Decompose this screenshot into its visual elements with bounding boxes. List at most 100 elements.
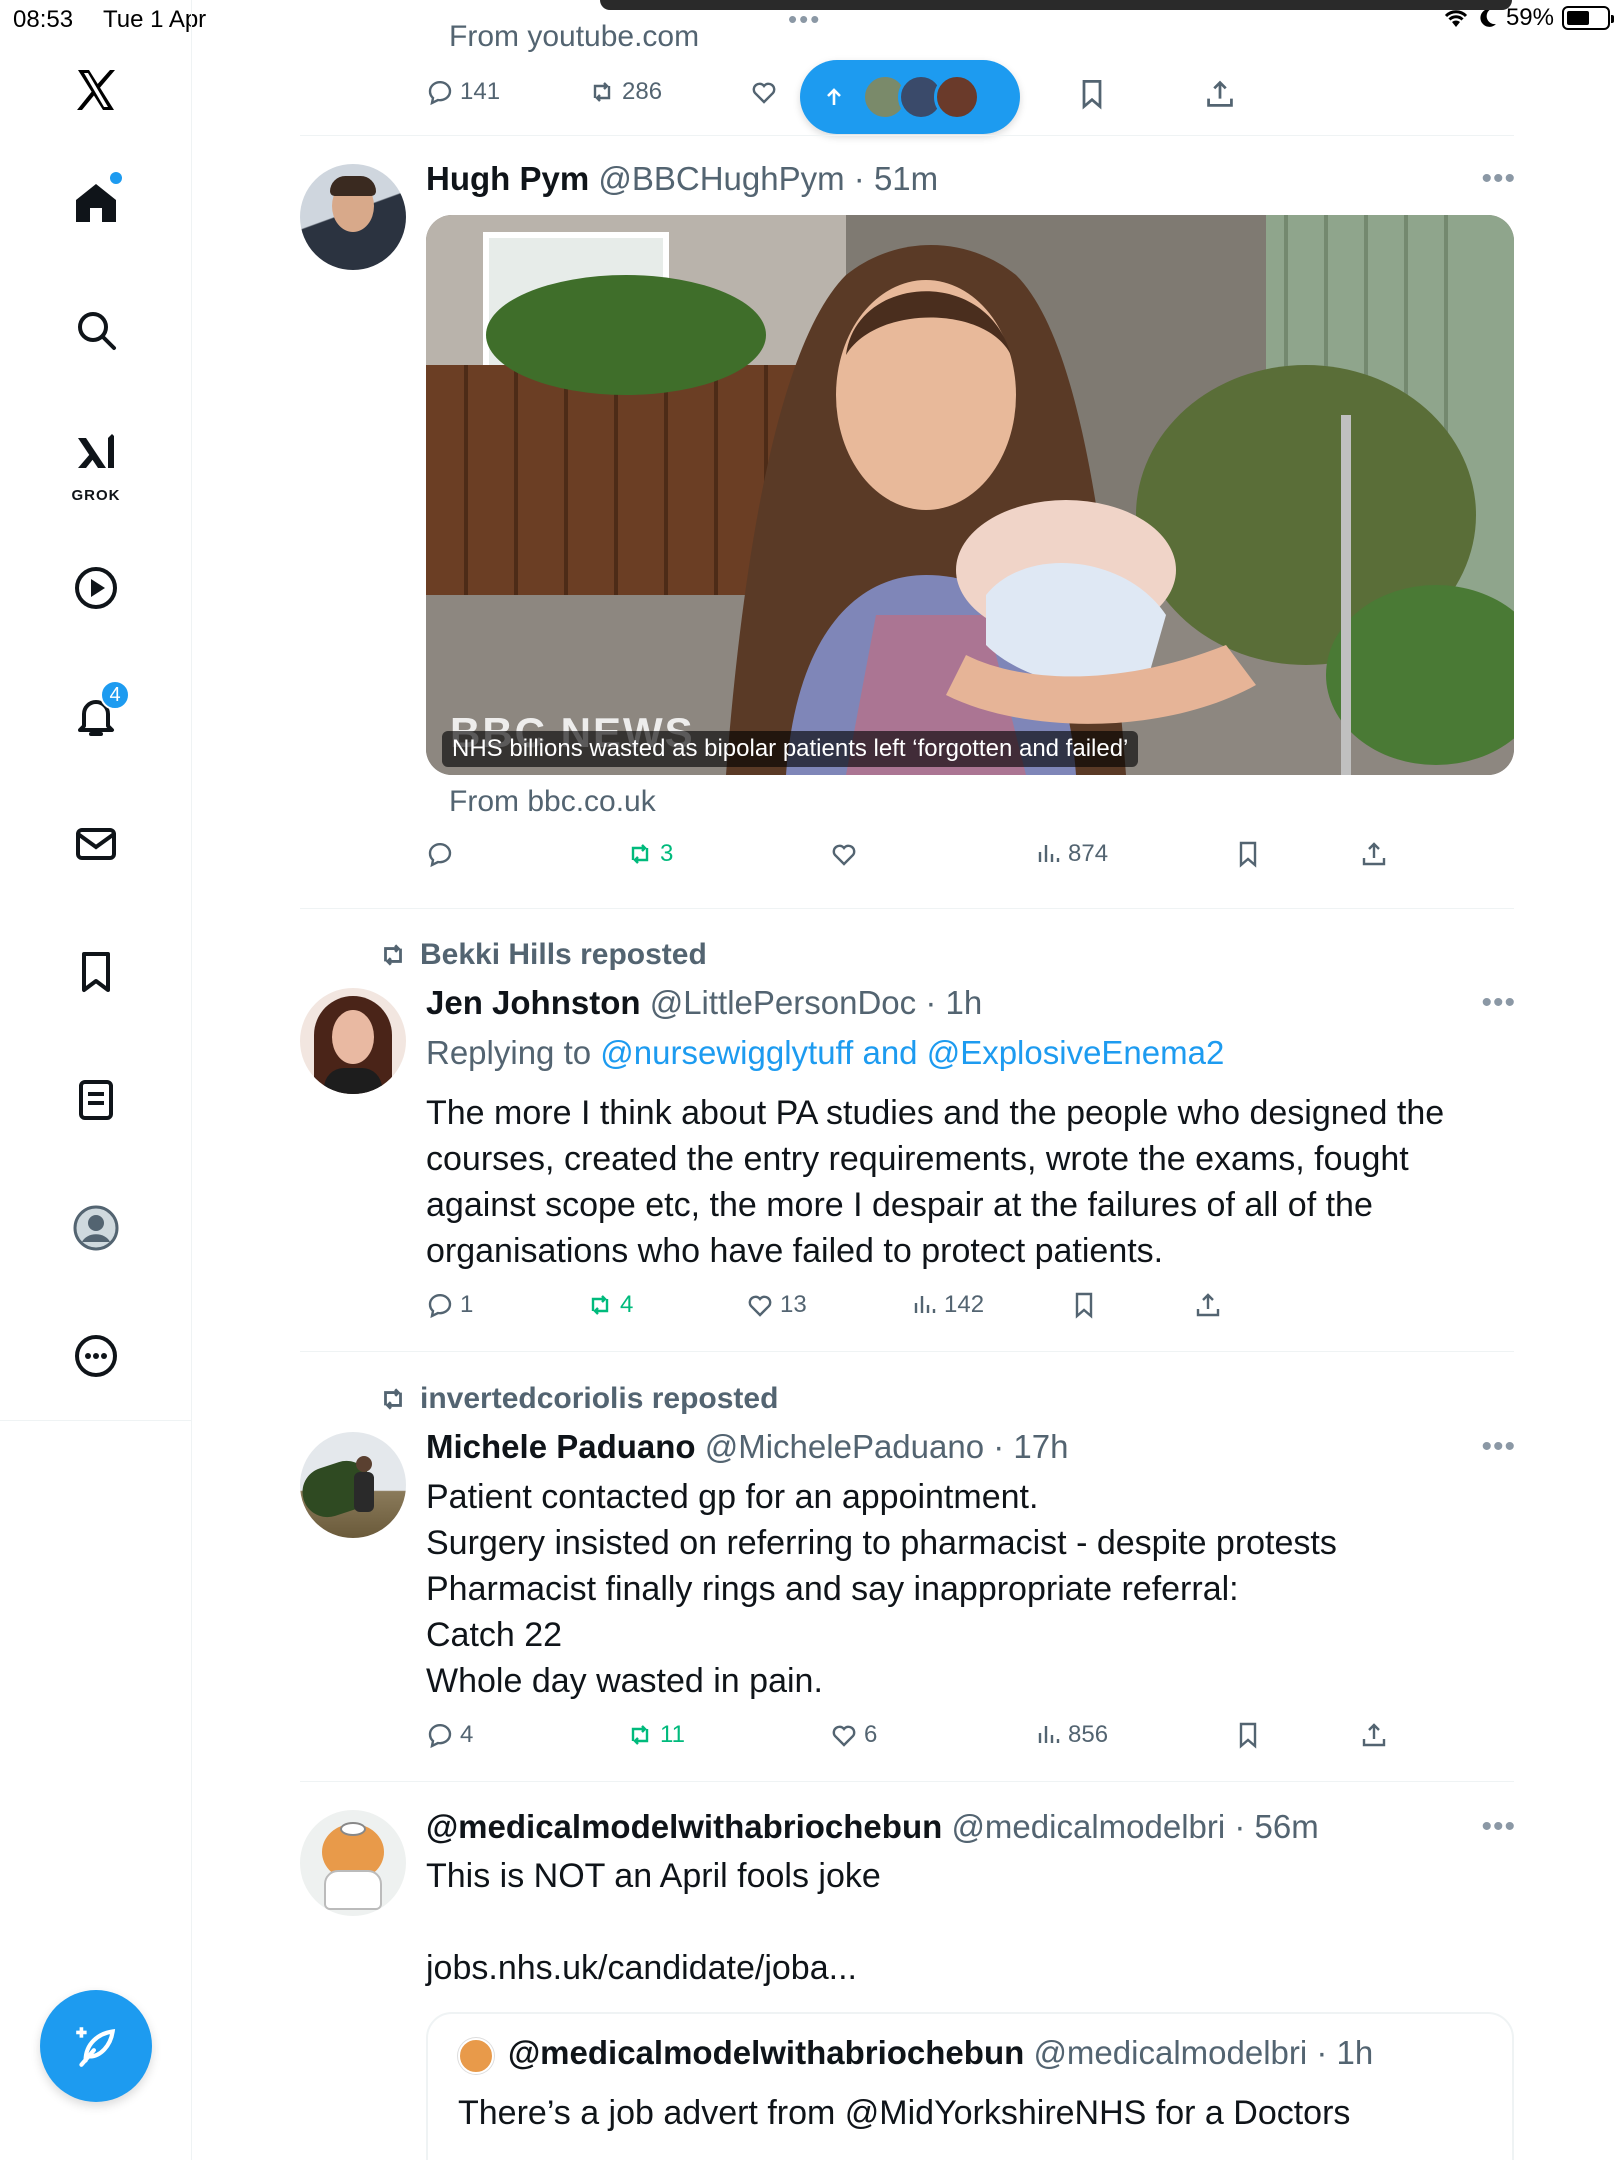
nav-messages[interactable] <box>56 804 136 884</box>
more-options-icon[interactable]: ••• <box>1481 986 1516 1020</box>
reposted-by[interactable]: invertedcoriolis reposted <box>420 1382 778 1416</box>
repost-indicator: invertedcoriolis reposted <box>378 1382 778 1416</box>
view-count: 142 <box>944 1291 985 1318</box>
more-options-icon[interactable]: ••• <box>1481 162 1516 196</box>
author-name[interactable]: Jen Johnston <box>426 984 641 1021</box>
quote-time[interactable]: 1h <box>1337 2034 1374 2071</box>
quote-text: There’s a job advert from @MidYorkshireN… <box>458 2094 1351 2132</box>
more-options-icon[interactable]: ••• <box>1481 1810 1516 1844</box>
share-button[interactable] <box>1194 1291 1222 1319</box>
author-handle[interactable]: @LittlePersonDoc <box>650 984 916 1021</box>
link-source[interactable]: From bbc.co.uk <box>449 785 656 819</box>
like-button[interactable]: 6 <box>830 1721 877 1749</box>
share-icon <box>1362 842 1386 866</box>
tweet-text: This is NOT an April fools joke <box>426 1857 881 1895</box>
play-icon <box>75 567 117 609</box>
author-name[interactable]: @medicalmodelwithabriochebun <box>426 1808 942 1845</box>
quote-author-name[interactable]: @medicalmodelwithabriochebun <box>508 2034 1024 2071</box>
share-button[interactable] <box>1360 1721 1388 1749</box>
reposted-by[interactable]: Bekki Hills reposted <box>420 938 707 972</box>
nav-profile[interactable] <box>56 1188 136 1268</box>
repost-button[interactable]: 11 <box>626 1721 685 1749</box>
profile-icon <box>73 1205 119 1251</box>
tweet-time[interactable]: 1h <box>945 984 982 1021</box>
avatar[interactable] <box>300 1810 406 1916</box>
new-posts-pill[interactable] <box>800 60 1020 134</box>
x-logo[interactable] <box>56 50 136 130</box>
media-headline: NHS billions wasted as bipolar patients … <box>442 731 1139 767</box>
nav-grok[interactable]: GROK <box>56 416 136 506</box>
tweet-time[interactable]: 17h <box>1013 1428 1068 1465</box>
repost-icon <box>631 844 649 864</box>
share-icon <box>1207 80 1233 107</box>
avatar[interactable] <box>300 1432 406 1538</box>
avatar[interactable] <box>300 164 406 270</box>
author-handle[interactable]: @medicalmodelbri <box>951 1808 1225 1845</box>
like-count: 6 <box>864 1721 878 1748</box>
reply-button[interactable]: 141 <box>426 78 500 106</box>
repost-icon <box>593 82 611 102</box>
repost-button[interactable]: 4 <box>586 1291 633 1319</box>
bookmark-button[interactable] <box>1234 1721 1262 1749</box>
reply-button[interactable]: 1 <box>426 1291 473 1319</box>
sidebar-divider <box>0 1420 192 1421</box>
wifi-icon <box>1444 10 1468 27</box>
repost-button[interactable]: 286 <box>588 78 662 106</box>
repost-icon <box>591 1295 609 1315</box>
moon-icon <box>1480 8 1496 27</box>
repost-icon <box>384 1388 402 1410</box>
tweet-divider <box>300 1351 1514 1352</box>
views-button[interactable]: 856 <box>1034 1721 1108 1749</box>
nav-more[interactable] <box>56 1316 136 1396</box>
like-button[interactable] <box>830 840 864 868</box>
bookmark-button[interactable] <box>1076 78 1108 110</box>
share-button[interactable] <box>1204 78 1236 110</box>
tweet-time[interactable]: 51m <box>874 160 938 197</box>
notifications-badge: 4 <box>100 680 130 710</box>
battery-icon <box>1562 6 1614 30</box>
repost-button[interactable]: 3 <box>626 840 673 868</box>
like-button[interactable]: 13 <box>746 1291 807 1319</box>
reply-button[interactable]: 4 <box>426 1721 473 1749</box>
tweet-time[interactable]: 56m <box>1255 1808 1319 1845</box>
nav-lists[interactable] <box>56 1060 136 1140</box>
bookmark-icon <box>1082 80 1102 110</box>
views-button[interactable]: 142 <box>910 1291 984 1319</box>
author-handle[interactable]: @MichelePaduano <box>705 1428 984 1465</box>
reply-icon <box>428 842 452 868</box>
nav-bookmarks[interactable] <box>56 932 136 1012</box>
replying-prefix: Replying to <box>426 1034 592 1071</box>
views-button[interactable]: 874 <box>1034 840 1108 868</box>
bookmark-icon <box>1239 1722 1257 1749</box>
media-card[interactable]: BBC NEWS NHS billions wasted as bipolar … <box>426 215 1514 775</box>
reply-button[interactable] <box>426 840 460 868</box>
compose-button[interactable] <box>40 1990 152 2102</box>
nav-search[interactable] <box>56 290 136 370</box>
quote-author-handle[interactable]: @medicalmodelbri <box>1033 2034 1307 2071</box>
arrow-up-icon <box>827 88 841 105</box>
compose-feather-icon <box>76 2027 116 2067</box>
author-name[interactable]: Michele Paduano <box>426 1428 696 1465</box>
bookmark-button[interactable] <box>1070 1291 1098 1319</box>
home-icon <box>76 184 116 222</box>
quote-tweet-card[interactable]: @medicalmodelwithabriochebun @medicalmod… <box>426 2012 1514 2160</box>
view-count: 856 <box>1068 1721 1109 1748</box>
replying-to-users[interactable]: @nursewigglytuff and @ExplosiveEnema2 <box>600 1034 1224 1071</box>
nav-video[interactable] <box>56 548 136 628</box>
tweet-divider <box>300 135 1514 136</box>
bookmark-button[interactable] <box>1234 840 1262 868</box>
lists-icon <box>79 1080 113 1120</box>
nav-notifications[interactable]: 4 <box>56 676 136 756</box>
avatar[interactable] <box>300 988 406 1094</box>
tweet-link[interactable]: jobs.nhs.uk/candidate/joba... <box>426 1945 1486 1991</box>
views-icon <box>1038 1726 1060 1743</box>
nav-home[interactable] <box>56 162 136 242</box>
like-button[interactable] <box>750 78 778 106</box>
quote-avatar[interactable] <box>458 2038 494 2074</box>
author-name[interactable]: Hugh Pym <box>426 160 589 197</box>
tweet-divider <box>300 908 1514 909</box>
top-tweet-source: From youtube.com <box>449 20 700 53</box>
author-handle[interactable]: @BBCHughPym <box>598 160 844 197</box>
share-button[interactable] <box>1360 840 1388 868</box>
more-options-icon[interactable]: ••• <box>1481 1430 1516 1464</box>
